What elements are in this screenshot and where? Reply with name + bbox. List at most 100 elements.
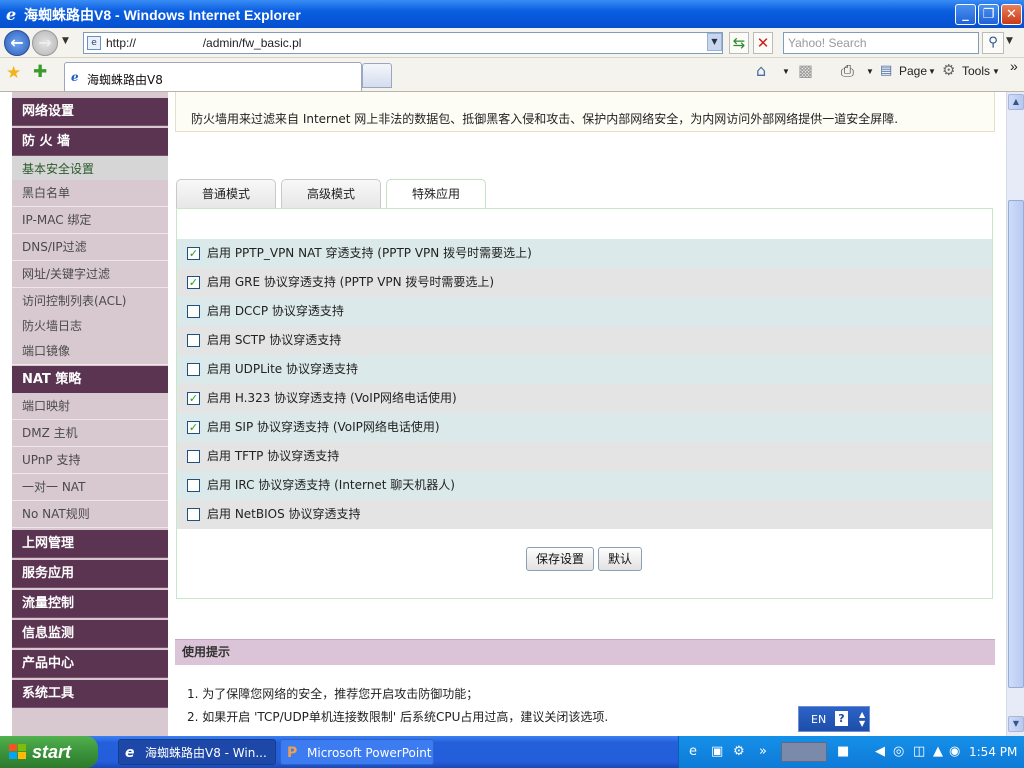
add-favorites-icon[interactable]: ✚ xyxy=(33,62,47,82)
sidebar-item-one-to-one-nat[interactable]: 一对一 NAT xyxy=(12,474,168,501)
network-status-icon[interactable]: ◀ xyxy=(875,744,885,759)
quicklaunch-icon[interactable]: ⚙ xyxy=(733,744,745,759)
sidebar-section-services[interactable]: 服务应用 xyxy=(12,560,168,588)
home-icon[interactable]: ⌂ xyxy=(756,61,766,80)
browser-tab-active[interactable]: e 海蜘蛛路由V8 xyxy=(64,62,362,91)
stop-icon[interactable]: ✕ xyxy=(753,32,773,54)
tray-app-icon[interactable]: ◫ xyxy=(913,744,925,759)
tab-toolbar: ★ ✚ e 海蜘蛛路由V8 ⌂ ▼ ▩ ⎙ ▼ ▤ Page ▼ ⚙ Tools… xyxy=(0,58,1024,92)
sidebar-item-port-mirror[interactable]: 端口镜像 xyxy=(12,338,168,365)
sidebar-item-dmz[interactable]: DMZ 主机 xyxy=(12,420,168,447)
sidebar-section-monitoring[interactable]: 信息监测 xyxy=(12,620,168,648)
help-icon[interactable]: ? xyxy=(835,711,848,726)
sidebar-item-url-filter[interactable]: 网址/关键字过滤 xyxy=(12,261,168,288)
favorites-star-icon[interactable]: ★ xyxy=(6,63,21,83)
chevron-right-icon[interactable]: » xyxy=(759,744,767,759)
langbar-options-icon[interactable]: ▲ ▼ xyxy=(859,710,865,728)
recent-pages-dropdown-icon[interactable]: ▼ xyxy=(62,36,69,46)
sidebar-item-no-nat[interactable]: No NAT规则 xyxy=(12,501,168,528)
taskbar-item-powerpoint[interactable]: P Microsoft PowerPoint ... xyxy=(280,739,434,765)
pptp-checkbox[interactable]: ✓ xyxy=(187,247,200,260)
sip-checkbox[interactable]: ✓ xyxy=(187,421,200,434)
scroll-up-icon[interactable]: ▲ xyxy=(1008,94,1024,110)
sidebar-item-basic-security[interactable]: 基本安全设置 xyxy=(12,156,168,183)
tools-dropdown-icon[interactable]: ▼ xyxy=(992,67,1000,76)
tray-app-icon[interactable]: ◎ xyxy=(893,744,904,759)
quicklaunch-icon[interactable]: ▣ xyxy=(711,744,723,759)
close-button[interactable]: ✕ xyxy=(1001,4,1022,25)
page-icon-menu[interactable]: ▤ xyxy=(880,63,892,78)
tftp-checkbox[interactable] xyxy=(187,450,200,463)
tab-normal-mode[interactable]: 普通模式 xyxy=(176,179,276,209)
system-tray: e ▣ ⚙ » ■ ◀ ◎ ◫ ▲ ◉ 1:54 PM xyxy=(678,736,1024,768)
maximize-button[interactable]: ❐ xyxy=(978,4,999,25)
dccp-checkbox[interactable] xyxy=(187,305,200,318)
browser-tab-title: 海蜘蛛路由V8 xyxy=(87,73,163,87)
print-dropdown-icon[interactable]: ▼ xyxy=(866,67,874,76)
save-button[interactable]: 保存设置 xyxy=(526,547,594,571)
gear-icon[interactable]: ⚙ xyxy=(942,61,955,79)
option-row: 启用 TFTP 协议穿透支持 xyxy=(177,442,992,471)
powerpoint-icon: P xyxy=(287,745,298,761)
start-button[interactable]: start xyxy=(0,736,98,768)
sidebar-section-internet-mgmt[interactable]: 上网管理 xyxy=(12,530,168,558)
new-tab-button[interactable] xyxy=(362,63,392,88)
forward-button[interactable]: → xyxy=(32,30,58,56)
sidebar-item-port-mapping[interactable]: 端口映射 xyxy=(12,393,168,420)
sidebar-section-firewall[interactable]: 防 火 墙 xyxy=(12,128,168,156)
sidebar-section-network[interactable]: 网络设置 xyxy=(12,98,168,126)
default-button[interactable]: 默认 xyxy=(598,547,642,571)
scroll-down-icon[interactable]: ▼ xyxy=(1008,716,1024,732)
sidebar-item-acl[interactable]: 访问控制列表(ACL) xyxy=(12,288,168,315)
tab-advanced-mode[interactable]: 高级模式 xyxy=(281,179,381,209)
option-row: ✓ 启用 SIP 协议穿透支持 (VoIP网络电话使用) xyxy=(177,413,992,442)
page-dropdown-icon[interactable]: ▼ xyxy=(928,67,936,76)
feeds-icon[interactable]: ▩ xyxy=(798,61,813,80)
option-row: 启用 DCCP 协议穿透支持 xyxy=(177,297,992,326)
scroll-thumb[interactable] xyxy=(1008,200,1024,688)
task-label: 海蜘蛛路由V8 - Win... xyxy=(145,746,267,760)
sidebar-item-dns-ip-filter[interactable]: DNS/IP过滤 xyxy=(12,234,168,261)
sidebar-item-firewall-log[interactable]: 防火墙日志 xyxy=(12,313,168,340)
refresh-icon[interactable]: ⇆ xyxy=(729,32,749,54)
taskbar-item-ie[interactable]: e 海蜘蛛路由V8 - Win... xyxy=(118,739,276,765)
sidebar-section-traffic-control[interactable]: 流量控制 xyxy=(12,590,168,618)
sidebar-section-system-tools[interactable]: 系统工具 xyxy=(12,680,168,708)
gre-checkbox[interactable]: ✓ xyxy=(187,276,200,289)
option-label: 启用 H.323 协议穿透支持 (VoIP网络电话使用) xyxy=(207,391,457,405)
sidebar-item-blacklist[interactable]: 黑白名单 xyxy=(12,180,168,207)
ie-task-icon: e xyxy=(125,745,135,761)
tray-tool-button[interactable] xyxy=(781,742,827,762)
tools-menu[interactable]: Tools xyxy=(962,64,990,78)
minimize-button[interactable]: _ xyxy=(955,4,976,25)
tray-app-icon[interactable]: ▲ xyxy=(933,744,943,759)
sidebar-section-products[interactable]: 产品中心 xyxy=(12,650,168,678)
sidebar-item-upnp[interactable]: UPnP 支持 xyxy=(12,447,168,474)
tab-special-apps[interactable]: 特殊应用 xyxy=(386,179,486,210)
search-options-dropdown-icon[interactable]: ▼ xyxy=(1006,36,1013,46)
page-menu[interactable]: Page xyxy=(899,64,927,78)
h323-checkbox[interactable]: ✓ xyxy=(187,392,200,405)
network-icon[interactable]: ■ xyxy=(837,744,849,759)
option-label: 启用 SCTP 协议穿透支持 xyxy=(207,333,342,347)
back-button[interactable]: ← xyxy=(4,30,30,56)
home-dropdown-icon[interactable]: ▼ xyxy=(782,67,790,76)
sidebar-item-ip-mac[interactable]: IP-MAC 绑定 xyxy=(12,207,168,234)
page-content: 网络设置 防 火 墙 基本安全设置 黑白名单 IP-MAC 绑定 DNS/IP过… xyxy=(0,92,1006,736)
address-input[interactable]: e http:// /admin/fw_basic.pl xyxy=(83,32,723,54)
netbios-checkbox[interactable] xyxy=(187,508,200,521)
language-bar[interactable]: EN ? ▲ ▼ xyxy=(798,706,870,732)
ie-quicklaunch-icon[interactable]: e xyxy=(689,744,697,759)
search-icon[interactable]: ⚲ xyxy=(982,32,1004,54)
vertical-scrollbar[interactable]: ▲ ▼ xyxy=(1006,92,1024,736)
print-icon[interactable]: ⎙ xyxy=(841,61,854,81)
tray-app-icon[interactable]: ◉ xyxy=(949,744,960,759)
sidebar-section-nat[interactable]: NAT 策略 xyxy=(12,366,168,394)
irc-checkbox[interactable] xyxy=(187,479,200,492)
address-dropdown-icon[interactable]: ▼ xyxy=(707,33,722,51)
sctp-checkbox[interactable] xyxy=(187,334,200,347)
language-indicator[interactable]: EN xyxy=(811,713,826,726)
search-input[interactable]: Yahoo! Search xyxy=(783,32,979,54)
toolbar-overflow-icon[interactable]: » xyxy=(1010,58,1018,74)
udplite-checkbox[interactable] xyxy=(187,363,200,376)
